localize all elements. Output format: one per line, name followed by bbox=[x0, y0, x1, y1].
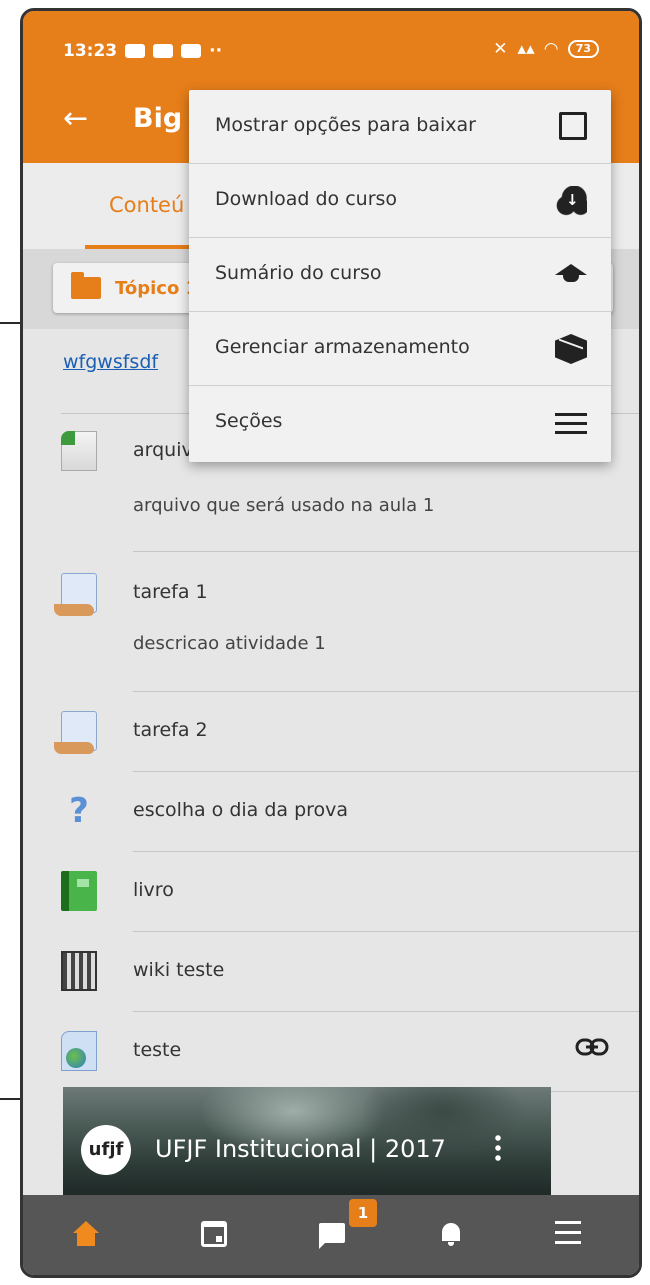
mute-icon: ✕ bbox=[493, 39, 508, 59]
status-bar: 13:23 ·· ✕ ▴▴ ◠ 73 bbox=[23, 11, 639, 77]
divider bbox=[133, 1011, 639, 1012]
question-icon: ? bbox=[69, 791, 89, 831]
bottom-nav: 1 bbox=[23, 1195, 639, 1275]
list-item-book[interactable]: livro bbox=[23, 861, 639, 921]
message-count-badge: 1 bbox=[349, 1199, 377, 1227]
list-item-assignment-2[interactable]: tarefa 2 bbox=[23, 701, 639, 761]
list-item-assignment-1[interactable]: tarefa 1 bbox=[23, 563, 639, 623]
link-icon[interactable] bbox=[575, 1037, 609, 1057]
status-time-group: 13:23 ·· bbox=[63, 41, 222, 61]
divider bbox=[133, 691, 639, 692]
kebab-menu-icon[interactable] bbox=[495, 1133, 501, 1163]
summary-link[interactable]: wfgwsfsdf bbox=[63, 351, 158, 373]
home-icon[interactable] bbox=[73, 1221, 99, 1247]
youtube-notification-icon bbox=[153, 44, 174, 58]
chat-icon[interactable] bbox=[319, 1221, 345, 1249]
video-title: UFJF Institucional | 2017 bbox=[155, 1135, 446, 1163]
menu-item-sections[interactable]: Seções bbox=[189, 386, 611, 460]
divider bbox=[133, 931, 639, 932]
menu-item-show-download-options[interactable]: Mostrar opções para baixar bbox=[189, 90, 611, 164]
wiki-icon bbox=[61, 951, 97, 991]
item-label: escolha o dia da prova bbox=[133, 799, 349, 821]
phone-screen: 13:23 ·· ✕ ▴▴ ◠ 73 ← Big Conteú Tópico 1… bbox=[20, 8, 642, 1278]
menu-item-label: Sumário do curso bbox=[215, 262, 382, 284]
divider bbox=[133, 551, 639, 552]
assignment-icon bbox=[54, 573, 97, 616]
list-item-wiki[interactable]: wiki teste bbox=[23, 941, 639, 1001]
embedded-video[interactable]: ufjf UFJF Institucional | 2017 bbox=[63, 1087, 551, 1201]
item-label: tarefa 1 bbox=[133, 581, 208, 603]
menu-item-download-course[interactable]: Download do curso bbox=[189, 164, 611, 238]
graduation-cap-icon bbox=[555, 260, 587, 290]
menu-item-label: Download do curso bbox=[215, 188, 398, 210]
item-description: descricao atividade 1 bbox=[133, 633, 326, 654]
wifi-icon: ◠ bbox=[544, 39, 558, 59]
cloud-download-icon bbox=[555, 186, 587, 216]
frame-line-left-top bbox=[0, 322, 22, 324]
menu-icon[interactable] bbox=[555, 1221, 581, 1247]
list-item-choice[interactable]: ? escolha o dia da prova bbox=[23, 781, 639, 841]
url-icon bbox=[61, 1031, 97, 1071]
item-label: wiki teste bbox=[133, 959, 225, 981]
section-label: Tópico 1 bbox=[115, 277, 199, 299]
assignment-icon bbox=[54, 711, 97, 754]
message-notification-icon bbox=[125, 44, 146, 58]
more-notifications-icon: ·· bbox=[209, 41, 223, 61]
calendar-icon[interactable] bbox=[201, 1221, 227, 1247]
folder-icon bbox=[71, 272, 101, 299]
divider bbox=[133, 851, 639, 852]
battery-icon: 73 bbox=[567, 40, 599, 58]
cube-icon bbox=[555, 334, 587, 364]
menu-item-label: Seções bbox=[215, 410, 283, 432]
frame-line-left-bottom bbox=[0, 1098, 22, 1100]
arrow-left-icon[interactable]: ← bbox=[63, 101, 88, 136]
book-icon bbox=[61, 871, 97, 911]
menu-item-course-summary[interactable]: Sumário do curso bbox=[189, 238, 611, 312]
list-item-url[interactable]: teste bbox=[23, 1021, 639, 1081]
menu-item-label: Gerenciar armazenamento bbox=[215, 336, 470, 358]
bell-icon[interactable] bbox=[438, 1221, 464, 1247]
status-time: 13:23 bbox=[63, 41, 118, 61]
youtube-notification-icon-2 bbox=[181, 44, 202, 58]
item-label: livro bbox=[133, 879, 174, 901]
menu-item-label: Mostrar opções para baixar bbox=[215, 114, 476, 136]
checkbox-icon[interactable] bbox=[559, 112, 587, 140]
tab-contents[interactable]: Conteú bbox=[109, 193, 184, 217]
item-label: tarefa 2 bbox=[133, 719, 208, 741]
status-right-group: ✕ ▴▴ ◠ 73 bbox=[493, 39, 599, 59]
course-title: Big bbox=[133, 103, 183, 134]
file-icon bbox=[61, 431, 97, 471]
options-dropdown-menu: Mostrar opções para baixar Download do c… bbox=[189, 90, 611, 462]
channel-logo: ufjf bbox=[81, 1125, 131, 1175]
signal-icon: ▴▴ bbox=[517, 39, 535, 59]
item-label: teste bbox=[133, 1039, 182, 1061]
item-label: arquiv bbox=[133, 439, 193, 461]
item-description: arquivo que será usado na aula 1 bbox=[133, 495, 435, 516]
menu-lines-icon bbox=[555, 408, 587, 438]
divider bbox=[133, 771, 639, 772]
menu-item-manage-storage[interactable]: Gerenciar armazenamento bbox=[189, 312, 611, 386]
